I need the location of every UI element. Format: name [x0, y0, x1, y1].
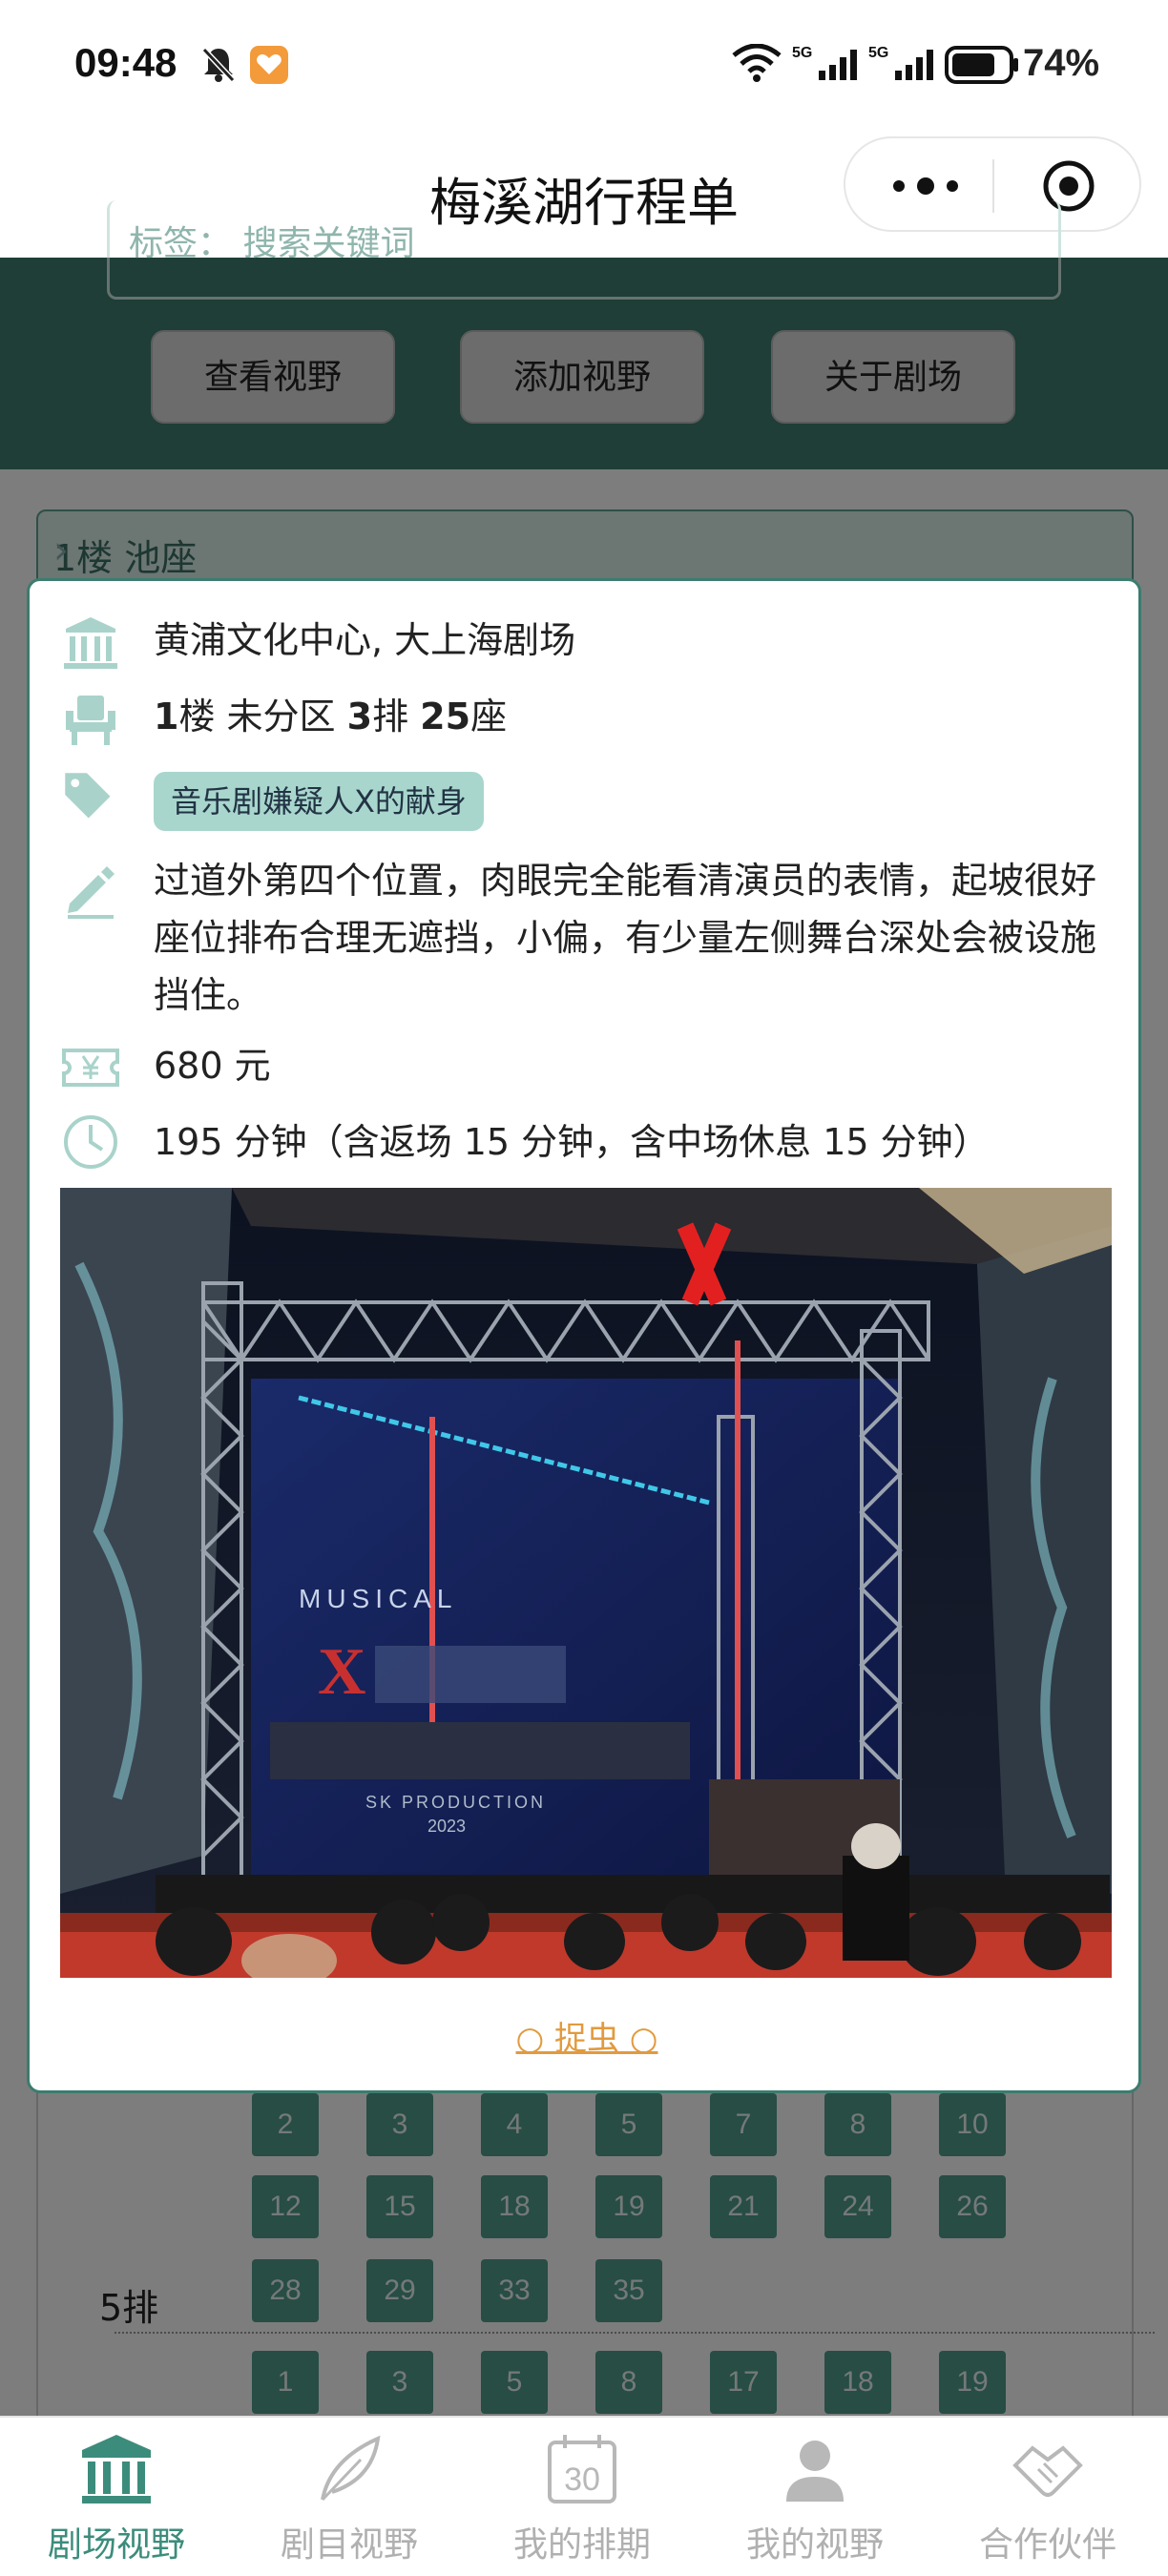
tab-show-view[interactable]: 剧目视野	[233, 2418, 466, 2576]
clock-icon	[64, 1115, 117, 1169]
tab-label: 剧场视野	[47, 2525, 185, 2565]
price-ticket-icon	[62, 1049, 119, 1087]
status-bar: 09:48 5G 5G 74%	[0, 0, 1168, 134]
stage-photo-illustration: MUSICAL X SK PRODUCTION 2023	[60, 1188, 1112, 1978]
svg-text:5G: 5G	[868, 45, 888, 61]
tab-my-view[interactable]: 我的视野	[699, 2418, 931, 2576]
show-duration: 195 分钟（含返场 15 分钟，含中场休息 15 分钟）	[154, 1121, 990, 1163]
seat-number: 25	[420, 696, 471, 737]
battery-icon	[945, 46, 1018, 84]
tab-label: 剧目视野	[280, 2525, 418, 2565]
seat-description: 过道外第四个位置，肉眼完全能看清演员的表情，起坡很好座位排布合理无遮挡，小偏，有…	[154, 860, 1097, 1016]
edit-pencil-icon	[68, 866, 115, 919]
tab-label: 我的排期	[512, 2525, 651, 2565]
bottom-tab-bar: 剧场视野 剧目视野 30 我的排期 我的视野 合作伙伴	[0, 2416, 1168, 2576]
user-icon	[786, 2441, 844, 2502]
row-unit: 排	[372, 696, 421, 737]
seat-unit: 座	[470, 696, 508, 737]
tab-theater-view[interactable]: 剧场视野	[0, 2418, 233, 2576]
signal-5g-icon: 5G	[792, 45, 857, 80]
photo-text-musical: MUSICAL	[299, 1584, 457, 1613]
tab-my-schedule[interactable]: 30 我的排期	[466, 2418, 699, 2576]
handshake-icon	[1012, 2445, 1083, 2497]
svg-text:X: X	[318, 1635, 366, 1709]
status-time: 09:48	[74, 40, 177, 85]
signal-5g-icon-2: 5G	[868, 45, 933, 80]
svg-text:5G: 5G	[792, 45, 812, 61]
theater-building-icon	[64, 617, 117, 669]
tab-label: 我的视野	[745, 2525, 884, 2565]
seat-view-photo[interactable]: MUSICAL X SK PRODUCTION 2023	[60, 1188, 1112, 1978]
show-tag[interactable]: 音乐剧嫌疑人X的献身	[154, 772, 484, 831]
tab-partners[interactable]: 合作伙伴	[931, 2418, 1164, 2576]
battery-percent: 74%	[1023, 42, 1100, 84]
ticket-price: 680 元	[154, 1045, 271, 1087]
photo-text-production: SK PRODUCTION	[365, 1793, 546, 1812]
app-badge-icon	[250, 46, 288, 84]
svg-text:30: 30	[564, 2462, 600, 2498]
photo-text-year: 2023	[428, 1817, 466, 1836]
floor-unit: 楼 未分区	[178, 696, 347, 737]
floor-number: 1	[154, 696, 179, 737]
calendar-30-icon: 30	[548, 2435, 616, 2503]
more-icon[interactable]	[887, 171, 964, 201]
seat-detail-card: 黄浦文化中心, 大上海剧场 1楼 未分区 3排 25座 音乐剧嫌疑人X的献身 过…	[27, 578, 1141, 2093]
row-number: 3	[346, 696, 373, 737]
theater-name: 黄浦文化中心, 大上海剧场	[154, 619, 576, 661]
mute-bell-icon	[201, 47, 236, 83]
feather-icon	[321, 2435, 381, 2502]
wifi-icon	[732, 44, 782, 82]
tag-icon	[65, 773, 111, 819]
bug-report-link[interactable]: ○ 捉虫 ○	[30, 2012, 1144, 2059]
theater-building-icon	[82, 2435, 151, 2503]
tab-label: 合作伙伴	[978, 2525, 1116, 2565]
seat-location: 1楼 未分区 3排 25座	[154, 688, 507, 745]
seat-icon	[66, 696, 115, 745]
